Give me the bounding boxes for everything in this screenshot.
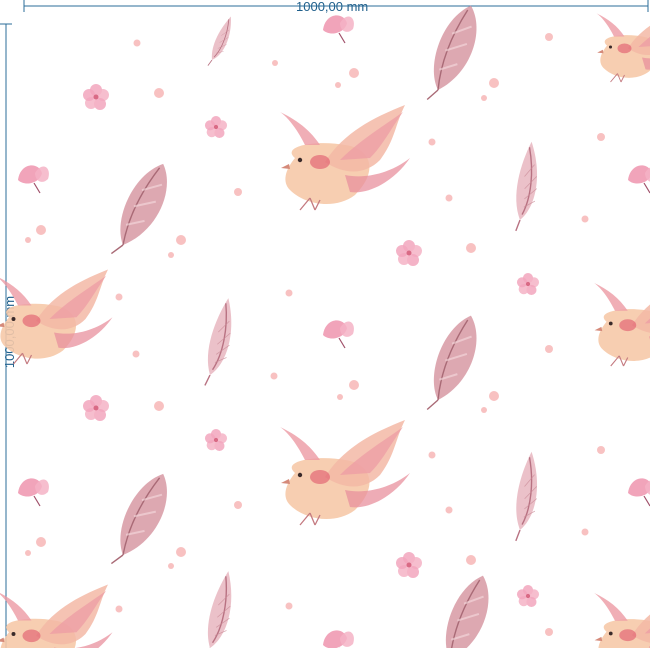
bird-motif: [0, 583, 114, 648]
bird-motif: [596, 8, 650, 83]
pattern-tile: [0, 0, 650, 648]
bird-motif: [593, 276, 650, 367]
blossom-motif: [516, 584, 540, 608]
dot-cluster: [25, 33, 605, 636]
feather-motif: [422, 0, 485, 109]
blossom-motif: [83, 84, 109, 110]
blossom-motif: [204, 428, 228, 452]
blossom-motif: [204, 115, 228, 139]
bird-motif: [279, 104, 411, 211]
blossom-motif: [516, 272, 540, 296]
feather-motif: [500, 450, 549, 542]
bud-motif: [17, 164, 50, 194]
bud-motif: [627, 164, 650, 194]
feather-motif: [500, 140, 549, 232]
bud-motif: [322, 319, 355, 349]
feather-motif: [434, 569, 497, 648]
blossom-motif: [396, 240, 422, 266]
feather-motif: [207, 14, 232, 68]
bud-motif: [322, 14, 355, 44]
feather-motif: [196, 297, 238, 387]
bird-motif: [593, 586, 650, 648]
bird-motif: [279, 419, 411, 526]
feather-motif: [422, 309, 485, 419]
bird-motif: [0, 268, 114, 365]
blossom-motif: [396, 552, 422, 578]
feather-motif: [107, 155, 177, 266]
bud-motif: [322, 629, 355, 648]
blossom-motif: [83, 395, 109, 421]
bud-motif: [17, 477, 50, 507]
feather-motif: [107, 465, 177, 576]
bud-motif: [627, 477, 650, 507]
watercolor-pattern: [0, 0, 650, 648]
feather-motif: [196, 570, 238, 648]
